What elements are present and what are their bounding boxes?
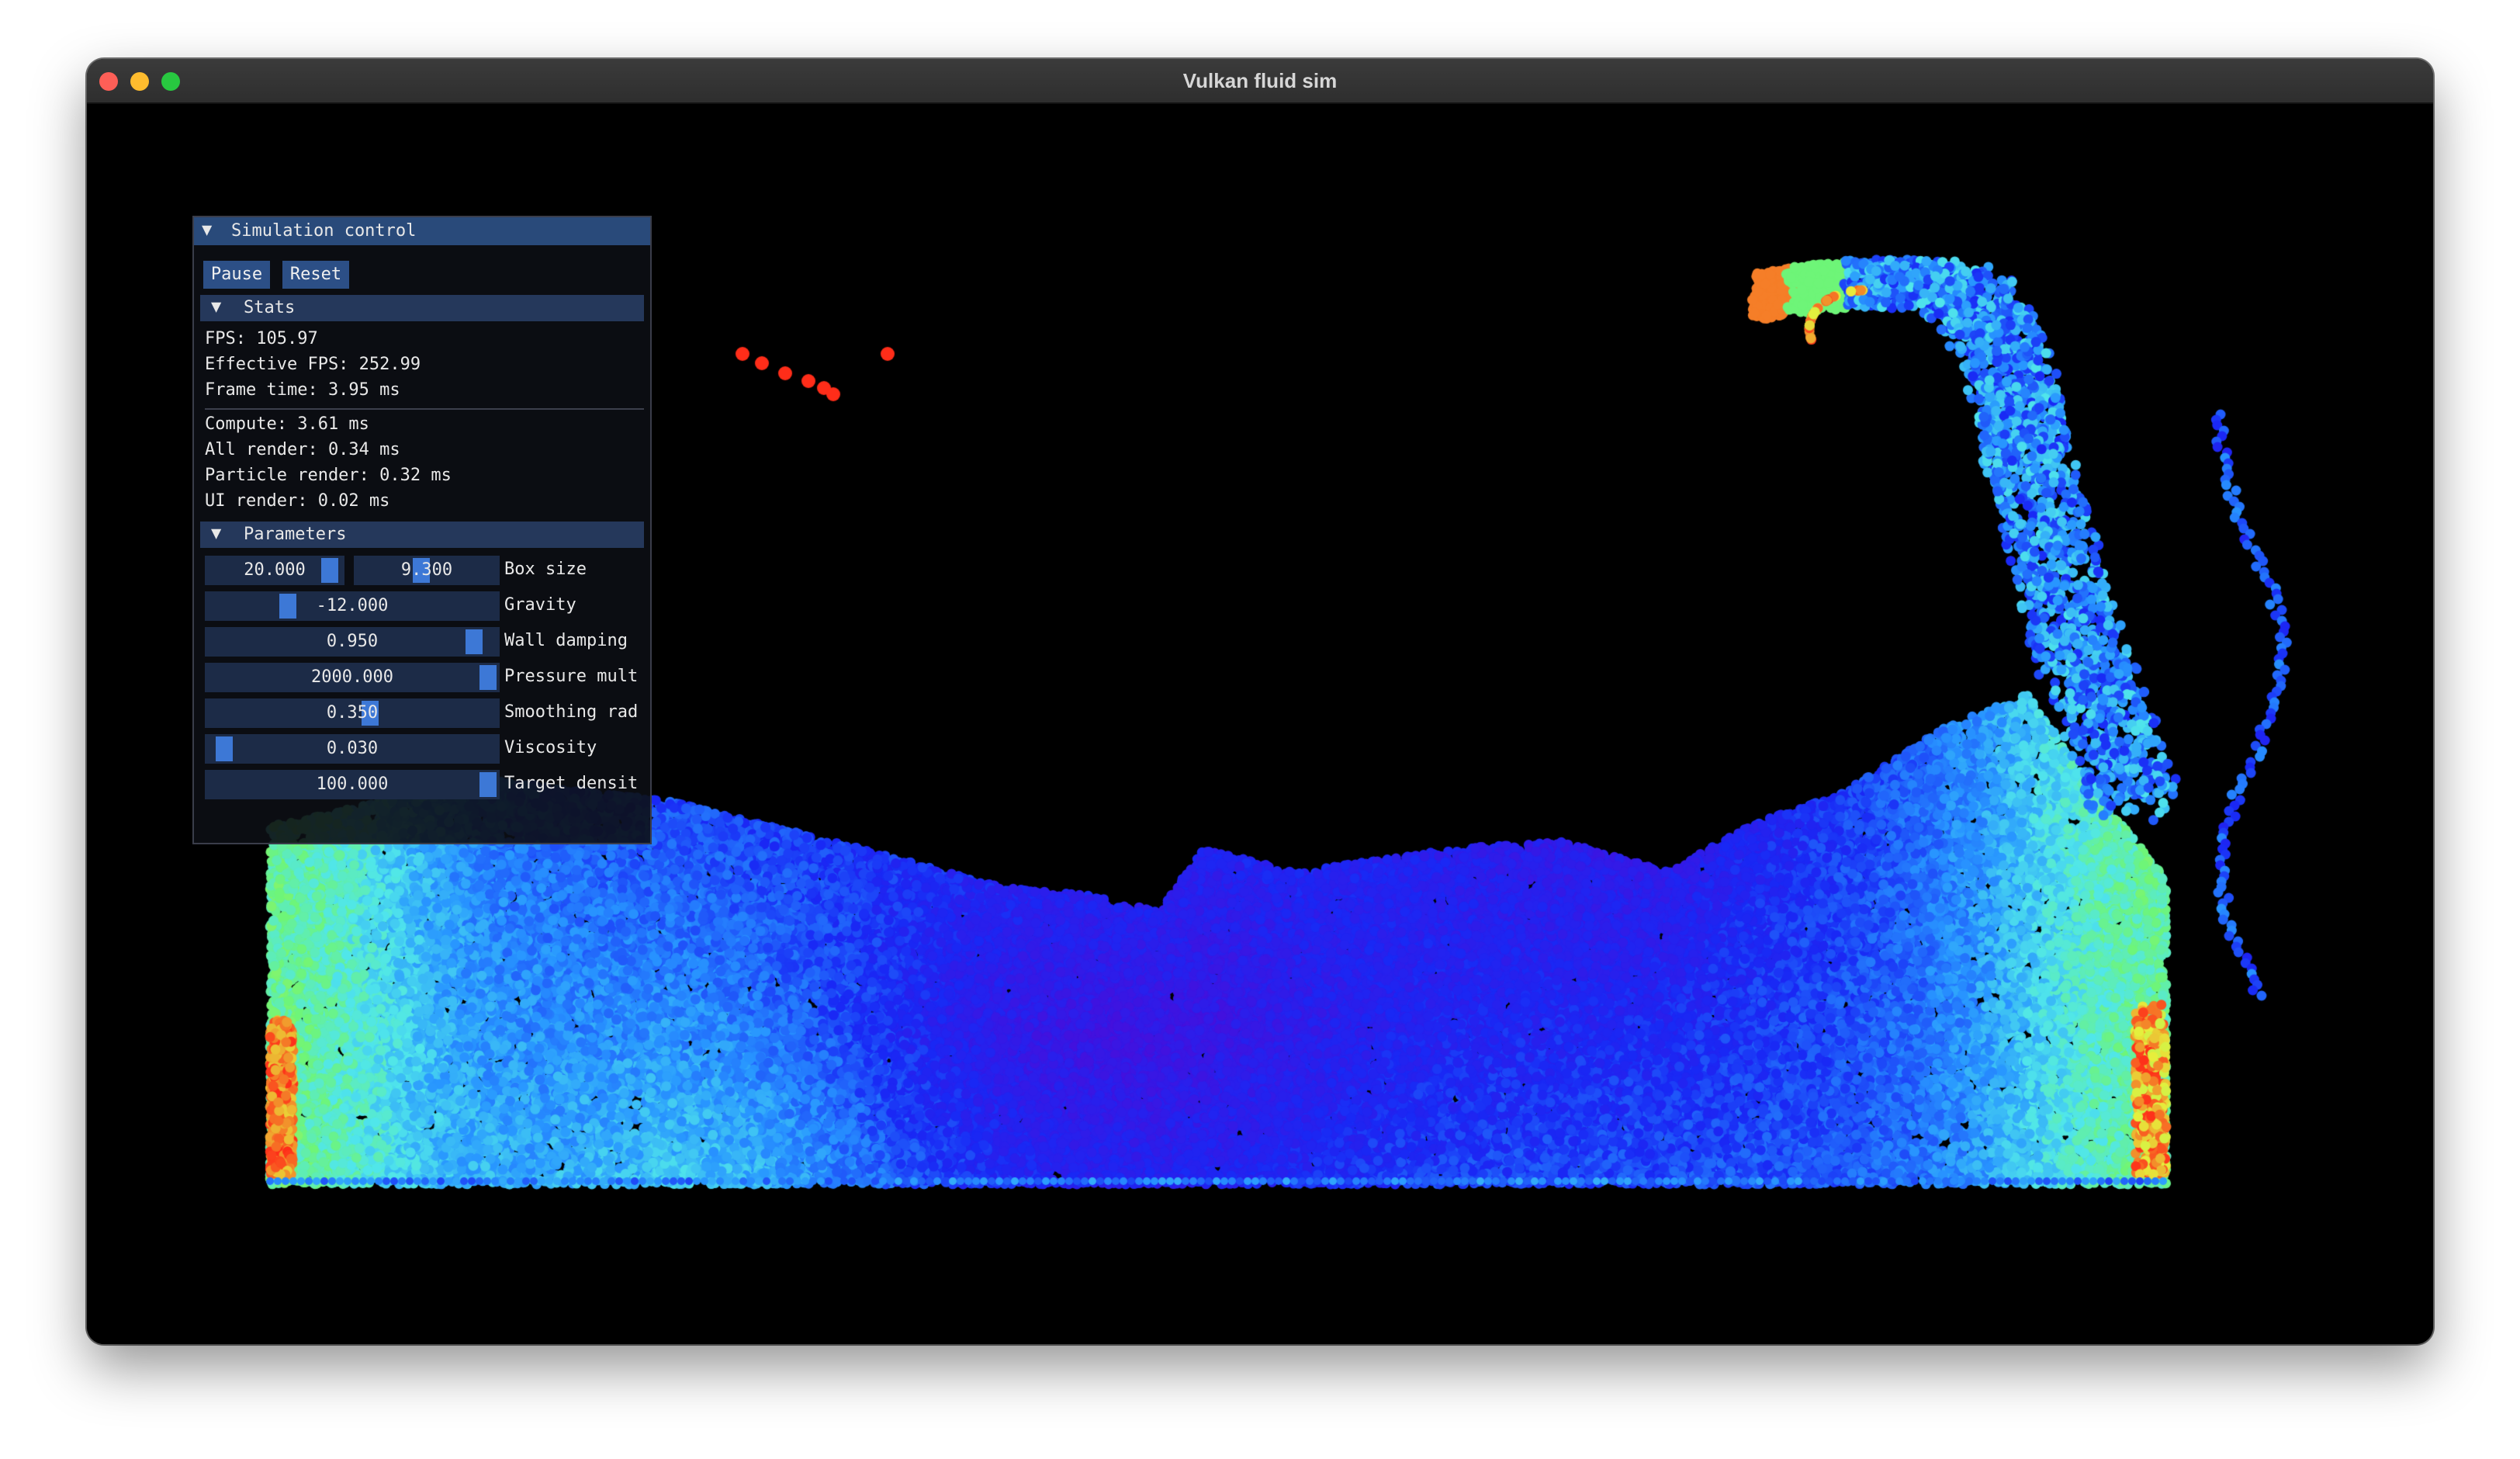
box-size-label: Box size xyxy=(504,560,587,579)
parameters-header-label: Parameters xyxy=(244,525,347,544)
panel-title-bar[interactable]: ▼ Simulation control xyxy=(194,217,650,245)
wall-damping-slider[interactable]: 0.950 xyxy=(205,627,500,657)
smoothing-rad-slider[interactable]: 0.350 xyxy=(205,698,500,728)
viscosity-label: Viscosity xyxy=(504,738,597,757)
viscosity-slider[interactable]: 0.030 xyxy=(205,734,500,764)
box-size-x-value: 20.000 xyxy=(244,560,306,580)
ui-render-text: UI render: 0.02 ms xyxy=(205,491,390,511)
pressure-mult-value: 2000.000 xyxy=(311,667,393,687)
panel-title: Simulation control xyxy=(231,221,417,241)
smoothing-rad-value: 0.350 xyxy=(326,703,379,723)
effective-fps-text: Effective FPS: 252.99 xyxy=(205,355,421,374)
box-size-y-slider[interactable]: 9.300 xyxy=(354,556,500,585)
pause-button[interactable]: Pause xyxy=(203,261,270,289)
stats-separator xyxy=(205,408,644,410)
smoothing-rad-label: Smoothing rad xyxy=(504,702,639,722)
frame-time-text: Frame time: 3.95 ms xyxy=(205,380,400,400)
all-render-text: All render: 0.34 ms xyxy=(205,440,400,459)
box-size-x-slider[interactable]: 20.000 xyxy=(205,556,344,585)
window-title: Vulkan fluid sim xyxy=(1182,69,1338,92)
stats-triangle-icon: ▼ xyxy=(211,297,222,317)
target-density-slider[interactable]: 100.000 xyxy=(205,770,500,799)
stats-header[interactable]: ▼ Stats xyxy=(200,295,644,321)
stats-header-label: Stats xyxy=(244,298,296,317)
particle-render-text: Particle render: 0.32 ms xyxy=(205,466,452,485)
pressure-mult-slider[interactable]: 2000.000 xyxy=(205,663,500,692)
reset-button[interactable]: Reset xyxy=(282,261,349,289)
wall-damping-label: Wall damping xyxy=(504,631,628,650)
fps-text: FPS: 105.97 xyxy=(205,329,318,348)
target-density-label: Target densit xyxy=(504,774,639,793)
title-bar[interactable]: Vulkan fluid sim xyxy=(87,59,2433,104)
viscosity-value: 0.030 xyxy=(326,739,379,758)
gravity-slider[interactable]: -12.000 xyxy=(205,591,500,621)
simulation-control-panel[interactable]: ▼ Simulation control Pause Reset ▼ Stats… xyxy=(192,216,652,844)
gravity-value: -12.000 xyxy=(316,596,389,615)
box-size-y-value: 9.300 xyxy=(400,560,453,580)
parameters-header[interactable]: ▼ Parameters xyxy=(200,522,644,548)
collapse-triangle-icon[interactable]: ▼ xyxy=(202,220,212,240)
wall-damping-value: 0.950 xyxy=(326,632,379,651)
pressure-mult-label: Pressure mult xyxy=(504,667,639,686)
app-window: Vulkan fluid sim ▼ Simulation control Pa… xyxy=(87,59,2433,1344)
parameters-triangle-icon: ▼ xyxy=(211,524,222,543)
simulation-viewport[interactable]: ▼ Simulation control Pause Reset ▼ Stats… xyxy=(87,104,2433,1344)
gravity-label: Gravity xyxy=(504,595,576,615)
target-density-value: 100.000 xyxy=(316,775,389,794)
compute-time-text: Compute: 3.61 ms xyxy=(205,414,369,434)
